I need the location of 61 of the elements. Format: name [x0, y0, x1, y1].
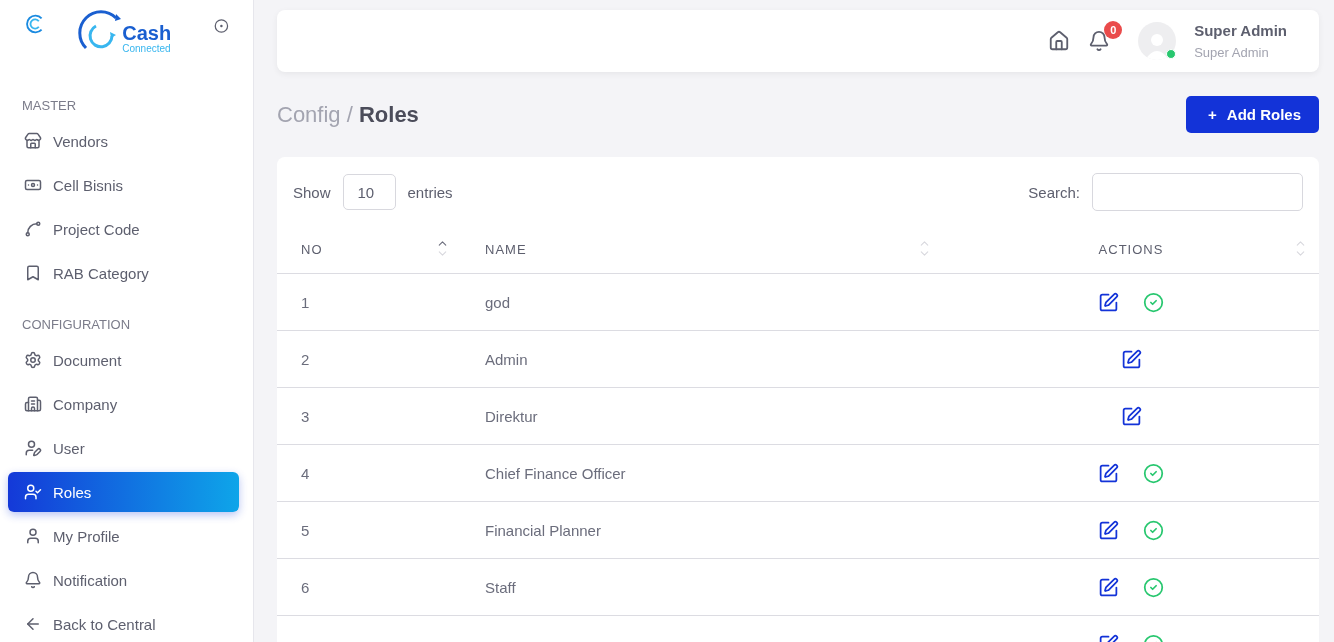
- user-check-icon: [24, 483, 42, 501]
- edit-icon[interactable]: [1120, 348, 1142, 370]
- search-field[interactable]: [1092, 173, 1303, 211]
- check-circle-icon[interactable]: [1143, 519, 1164, 541]
- table-cell: 1: [277, 273, 461, 331]
- section-title: CONFIGURATION: [21, 316, 132, 334]
- user-name: Super Admin: [1194, 22, 1287, 39]
- sidebar-item[interactable]: Document: [8, 340, 239, 380]
- check-circle-icon[interactable]: [1143, 291, 1164, 313]
- sidebar-item[interactable]: Roles: [8, 472, 239, 512]
- table-cell: Admin: [461, 330, 943, 388]
- entries-label: entries: [407, 183, 453, 201]
- cash-connected-logo: Cash Connected: [76, 10, 177, 54]
- check-circle-icon[interactable]: [1143, 576, 1164, 598]
- sidebar-item[interactable]: Cell Bisnis: [8, 165, 239, 205]
- user-icon: [24, 527, 42, 545]
- column-header[interactable]: NAME: [461, 225, 943, 274]
- bell-icon: [24, 571, 42, 589]
- section-title: MASTER: [21, 97, 78, 115]
- sidebar-item[interactable]: RAB Category: [8, 253, 239, 293]
- check-circle-icon[interactable]: [1143, 462, 1164, 484]
- bookmark-icon: [24, 264, 42, 282]
- table-cell: 4: [277, 444, 461, 502]
- show-label: Show: [293, 183, 331, 201]
- building-icon: [24, 395, 42, 413]
- store-icon: [24, 132, 42, 150]
- table-cell: god: [461, 273, 943, 331]
- user-pen-icon: [24, 439, 42, 457]
- sidebar-item[interactable]: User: [8, 428, 239, 468]
- search-label: Search:: [1028, 183, 1080, 201]
- sidebar-item[interactable]: Project Code: [8, 209, 239, 249]
- table-cell: Financial Planner: [461, 501, 943, 559]
- table-cell: 6: [277, 558, 461, 616]
- breadcrumb: Config / Roles: [277, 101, 419, 128]
- page-size-select[interactable]: 10: [342, 174, 396, 210]
- edit-icon[interactable]: [1098, 519, 1119, 541]
- table-cell: Chief Finance Officer: [461, 444, 943, 502]
- sidebar-item[interactable]: Company: [8, 384, 239, 424]
- add-roles-button[interactable]: + Add Roles: [1186, 96, 1319, 133]
- sidebar-item[interactable]: My Profile: [8, 516, 239, 556]
- edit-icon[interactable]: [1098, 576, 1119, 598]
- home-icon[interactable]: [1048, 30, 1071, 52]
- table-cell: 5: [277, 501, 461, 559]
- table-cell: 2: [277, 330, 461, 388]
- sidebar-item[interactable]: Vendors: [8, 121, 239, 161]
- edit-icon[interactable]: [1120, 405, 1142, 427]
- notification-badge: 0: [1104, 21, 1123, 39]
- table-cell: Staff: [461, 558, 943, 616]
- sidebar-toggle-icon[interactable]: [214, 18, 229, 34]
- user-role: Super Admin: [1194, 45, 1270, 60]
- table-cell: 3: [277, 387, 461, 445]
- bell-icon[interactable]: [1088, 30, 1111, 52]
- column-header[interactable]: ACTIONS: [943, 225, 1319, 274]
- sidebar-item[interactable]: Notification: [8, 560, 239, 600]
- table-cell: Direktur: [461, 387, 943, 445]
- settings-icon: [24, 351, 42, 369]
- column-header[interactable]: NO: [277, 225, 461, 274]
- curve-icon: [24, 220, 42, 238]
- sidebar-item[interactable]: Back to Central: [8, 604, 239, 642]
- edit-icon[interactable]: [1098, 462, 1119, 484]
- edit-icon[interactable]: [1098, 291, 1119, 313]
